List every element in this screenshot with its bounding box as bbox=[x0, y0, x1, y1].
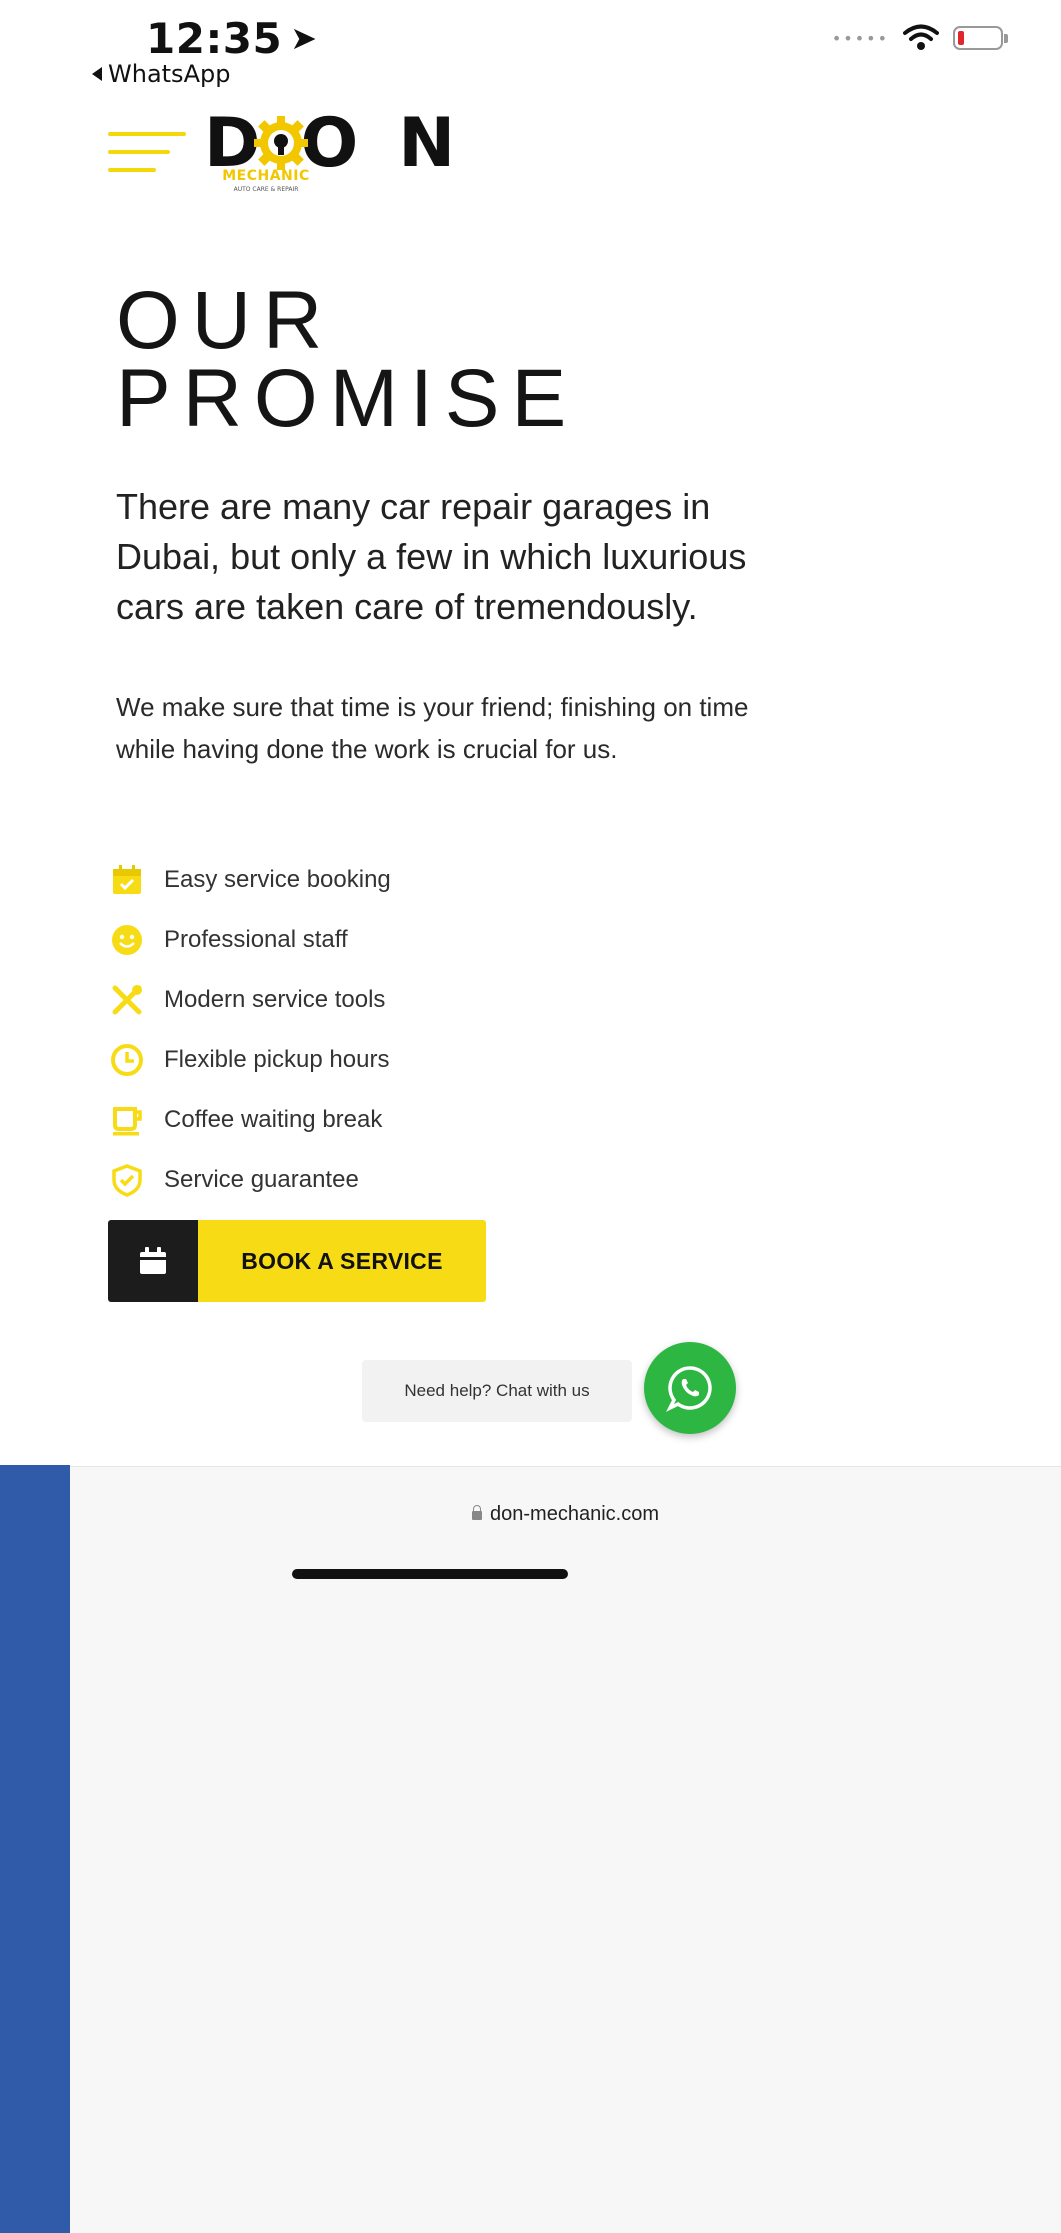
wifi-icon bbox=[903, 24, 939, 50]
browser-url-bar[interactable]: don-mechanic.com bbox=[70, 1466, 1061, 2233]
clock-icon bbox=[111, 1044, 143, 1076]
brand-logo[interactable]: DON MECHANIC AUTO CARE & REPAIR bbox=[200, 104, 455, 204]
body-paragraph: We make sure that time is your friend; f… bbox=[116, 692, 749, 764]
list-item: Professional staff bbox=[110, 910, 610, 970]
logo-subtitle: MECHANIC bbox=[222, 168, 310, 184]
list-item: Flexible pickup hours bbox=[110, 1030, 610, 1090]
calendar-check-icon bbox=[113, 865, 141, 894]
hamburger-line bbox=[108, 132, 186, 136]
signal-icon: ••••• bbox=[831, 28, 889, 48]
url-text: don-mechanic.com bbox=[490, 1503, 659, 1525]
feature-label: Professional staff bbox=[164, 926, 348, 953]
whatsapp-icon bbox=[666, 1366, 712, 1412]
intro-paragraph: There are many car repair garages in Dub… bbox=[116, 486, 747, 627]
page-title: OUR PROMISE bbox=[116, 275, 579, 444]
page: 12:35 ➤ WhatsApp ••••• DON MECHANIC AUTO… bbox=[0, 0, 1061, 2233]
battery-icon bbox=[953, 26, 1008, 50]
gear-icon bbox=[254, 116, 308, 170]
list-item: Coffee waiting break bbox=[110, 1090, 610, 1150]
status-time: 12:35 ➤ bbox=[146, 14, 318, 63]
smiley-icon bbox=[112, 925, 142, 955]
list-item: Service guarantee bbox=[110, 1150, 610, 1210]
location-arrow-icon: ➤ bbox=[290, 19, 318, 57]
feature-label: Service guarantee bbox=[164, 1166, 359, 1193]
battery-level bbox=[958, 31, 964, 45]
book-service-button[interactable]: BOOK A SERVICE bbox=[108, 1220, 486, 1302]
status-time-text: 12:35 bbox=[146, 14, 283, 63]
page-title-line-2: PROMISE bbox=[116, 353, 579, 444]
list-item: Easy service booking bbox=[110, 850, 610, 910]
url-display[interactable]: don-mechanic.com bbox=[70, 1503, 1061, 1526]
side-strip bbox=[0, 1465, 70, 2233]
status-icons: ••••• bbox=[831, 24, 1008, 52]
feature-label: Flexible pickup hours bbox=[164, 1046, 390, 1073]
back-app-label: WhatsApp bbox=[108, 60, 231, 88]
back-to-app-link[interactable]: WhatsApp bbox=[92, 60, 230, 88]
page-title-line-1: OUR bbox=[116, 275, 335, 366]
feature-label: Modern service tools bbox=[164, 986, 386, 1013]
lock-icon bbox=[472, 1505, 483, 1520]
logo-tagline: AUTO CARE & REPAIR bbox=[233, 186, 299, 193]
hamburger-line bbox=[108, 150, 170, 154]
book-service-label: BOOK A SERVICE bbox=[198, 1220, 486, 1302]
back-triangle-icon bbox=[92, 67, 102, 81]
home-indicator[interactable] bbox=[292, 1569, 568, 1579]
tools-icon bbox=[112, 985, 142, 1015]
cta-icon-box bbox=[108, 1220, 198, 1302]
chat-help-bubble[interactable]: Need help? Chat with us bbox=[362, 1360, 632, 1422]
hamburger-menu-button[interactable] bbox=[108, 124, 186, 180]
feature-label: Coffee waiting break bbox=[164, 1106, 383, 1133]
whatsapp-chat-button[interactable] bbox=[644, 1342, 736, 1434]
coffee-cup-icon bbox=[113, 1107, 142, 1136]
chat-help-label: Need help? Chat with us bbox=[404, 1381, 590, 1400]
list-item: Modern service tools bbox=[110, 970, 610, 1030]
shield-check-icon bbox=[112, 1164, 142, 1197]
feature-label: Easy service booking bbox=[164, 866, 391, 893]
feature-list: Easy service booking Professional staff … bbox=[110, 850, 610, 1210]
calendar-icon bbox=[140, 1247, 166, 1274]
hamburger-line bbox=[108, 168, 156, 172]
